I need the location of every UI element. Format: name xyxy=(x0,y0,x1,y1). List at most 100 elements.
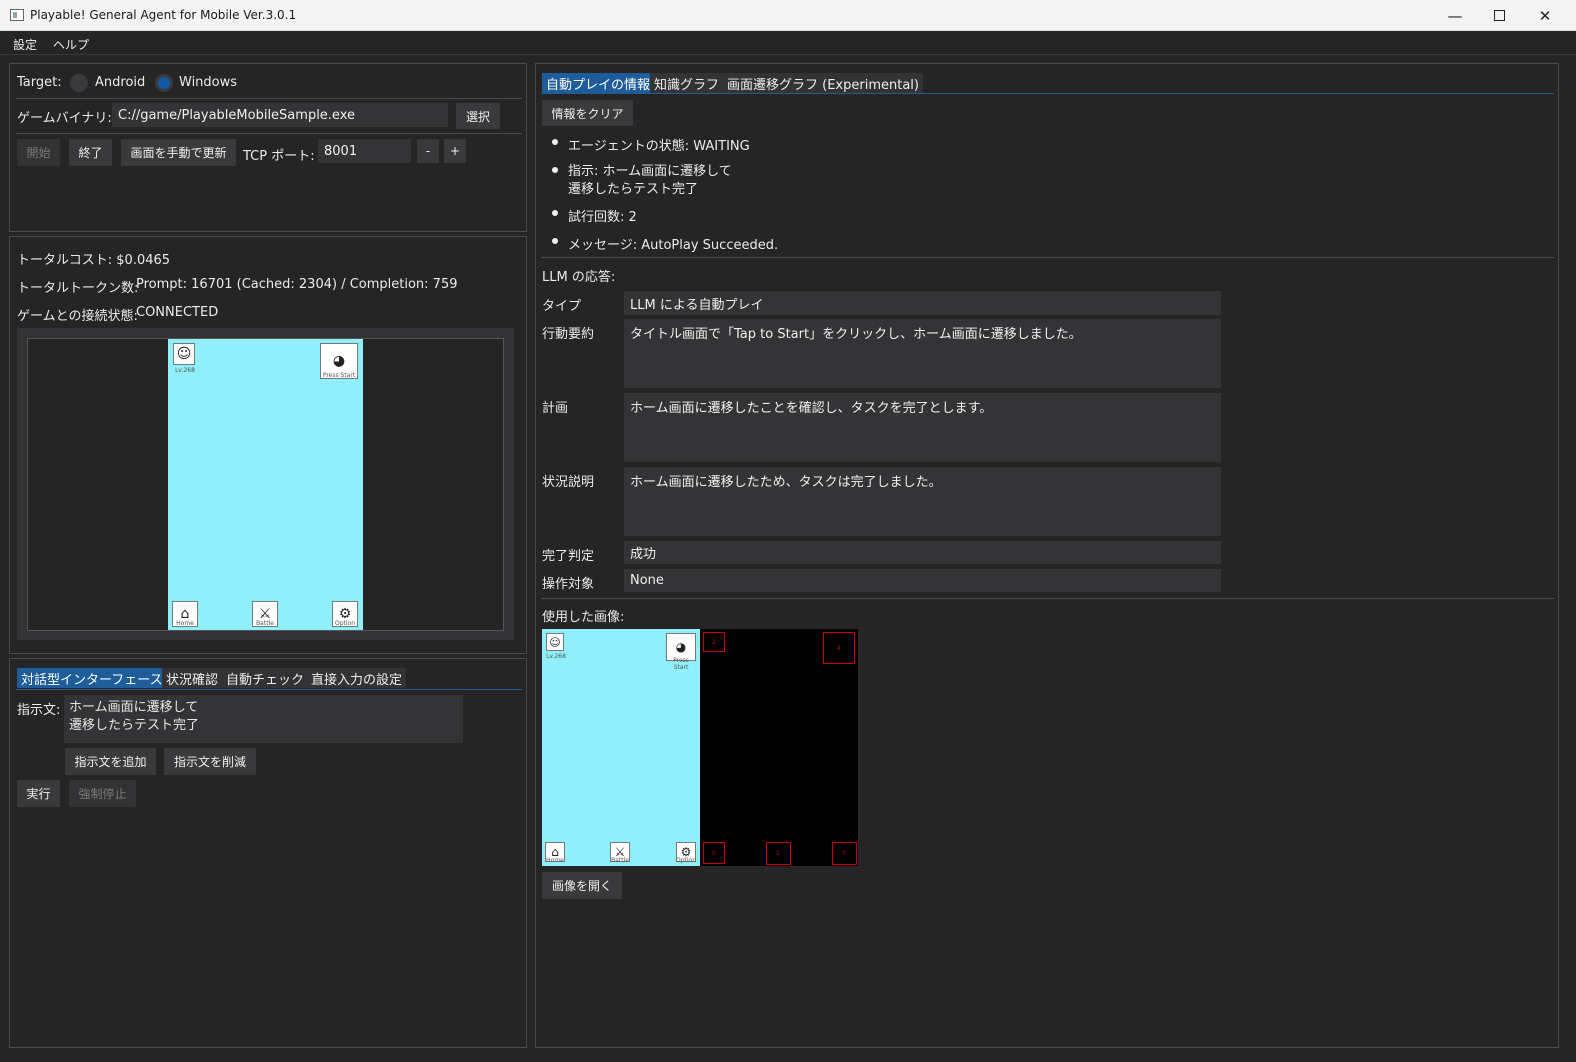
llm-summary-value: タイトル画面で「Tap to Start」をクリックし、ホーム画面に遷移しました… xyxy=(624,319,1221,388)
binary-label: ゲームバイナリ: xyxy=(17,111,112,126)
binary-path-input[interactable]: C://game/PlayableMobileSample.exe xyxy=(112,103,448,127)
tab-underline xyxy=(16,689,522,690)
llm-completion-label: 完了判定 xyxy=(542,549,595,564)
window-title: Playable! General Agent for Mobile Ver.3… xyxy=(30,8,297,22)
annotation-label: 1 xyxy=(776,850,780,857)
minimize-icon: — xyxy=(1447,6,1463,25)
used-image-annotation-map: 2 4 0 1 3 xyxy=(700,629,858,866)
total-tokens-key: トータルトークン数: xyxy=(17,281,139,296)
add-instruction-button[interactable]: 指示文を追加 xyxy=(65,748,156,775)
llm-response-heading: LLM の応答: xyxy=(542,270,616,285)
tab-underline xyxy=(541,93,1554,94)
bear-icon[interactable]: ☺ xyxy=(173,343,195,365)
attempt-count-text: 試行回数: 2 xyxy=(568,210,637,225)
bullet-dot xyxy=(552,139,558,145)
annotation-label: 4 xyxy=(837,645,841,652)
press-start-caption: Press Start xyxy=(673,657,689,671)
tab-status-check[interactable]: 状況確認 xyxy=(162,668,223,688)
total-tokens-value: Prompt: 16701 (Cached: 2304) / Completio… xyxy=(136,277,458,292)
llm-plan-value: ホーム画面に遷移したことを確認し、タスクを完了とします。 xyxy=(624,393,1221,462)
end-button[interactable]: 終了 xyxy=(69,139,112,166)
battle-caption: Battle xyxy=(256,620,274,627)
open-image-button[interactable]: 画像を開く xyxy=(542,872,622,899)
select-binary-button[interactable]: 選択 xyxy=(456,103,500,129)
press-start-caption: Press Start xyxy=(322,372,356,379)
close-button[interactable]: ✕ xyxy=(1522,0,1568,31)
bullet-dot xyxy=(552,167,558,173)
instruction-input[interactable]: ホーム画面に遷移して 遷移したらテスト完了 xyxy=(64,695,463,743)
radio-windows-label: Windows xyxy=(179,75,238,90)
annotation-label: 2 xyxy=(712,639,716,646)
refresh-screen-button[interactable]: 画面を手動で更新 xyxy=(121,139,236,166)
annotation-label: 0 xyxy=(712,850,716,857)
instruction-info-text: 指示: ホーム画面に遷移して 遷移したらテスト完了 xyxy=(568,164,732,197)
game-screen[interactable]: ☺ Lv.268 ◕ Press Start ⌂ Home ⚔ Battle ⚙… xyxy=(168,339,363,630)
tab-transition-graph[interactable]: 画面遷移グラフ (Experimental) xyxy=(723,73,923,93)
message-text: メッセージ: AutoPlay Succeeded. xyxy=(568,238,779,253)
title-bar: Playable! General Agent for Mobile Ver.3… xyxy=(0,0,1576,31)
tab-direct-input[interactable]: 直接入力の設定 xyxy=(307,668,407,688)
divider xyxy=(16,133,522,134)
port-increment-button[interactable]: + xyxy=(444,139,466,163)
menu-help[interactable]: ヘルプ xyxy=(53,36,89,53)
force-stop-button[interactable]: 強制停止 xyxy=(69,780,136,807)
target-label: Target: xyxy=(17,75,62,90)
annotation-label: 3 xyxy=(842,850,846,857)
clear-info-button[interactable]: 情報をクリア xyxy=(542,100,633,126)
remove-instruction-button[interactable]: 指示文を削減 xyxy=(164,748,256,775)
option-caption: Option xyxy=(334,620,356,627)
tab-knowledge-graph[interactable]: 知識グラフ xyxy=(650,73,724,93)
annotation-box: 0 xyxy=(703,842,725,864)
battle-caption: Battle xyxy=(611,857,629,864)
tab-auto-check[interactable]: 自動チェック xyxy=(222,668,309,688)
llm-situation-value: ホーム画面に遷移したため、タスクは完了しました。 xyxy=(624,467,1221,536)
llm-target-value: None xyxy=(624,569,1221,592)
llm-target-label: 操作対象 xyxy=(542,577,595,592)
annotation-box: 1 xyxy=(766,842,791,865)
llm-situation-label: 状況説明 xyxy=(542,475,595,490)
used-image-screenshot: ☺ Lv.268 ◕ Press Start ⌂ Home ⚔ Battle ⚙… xyxy=(542,629,700,866)
total-cost-key: トータルコスト: xyxy=(17,253,113,268)
divider xyxy=(16,98,522,99)
level-caption: Lv.268 xyxy=(175,367,195,374)
radio-android-label: Android xyxy=(95,75,146,90)
start-button[interactable]: 開始 xyxy=(17,139,60,166)
tab-autoplay-info[interactable]: 自動プレイの情報 xyxy=(542,73,655,93)
connection-key: ゲームとの接続状態: xyxy=(17,309,138,324)
llm-completion-value: 成功 xyxy=(624,541,1221,564)
bear-icon: ☺ xyxy=(546,633,564,651)
level-caption: Lv.268 xyxy=(546,653,566,660)
llm-summary-label: 行動要約 xyxy=(542,327,595,342)
port-decrement-button[interactable]: - xyxy=(417,139,439,163)
minimize-button[interactable]: — xyxy=(1432,0,1478,31)
close-icon: ✕ xyxy=(1538,6,1552,25)
instruction-line: ホーム画面に遷移して xyxy=(69,700,199,715)
tab-interactive[interactable]: 対話型インターフェース xyxy=(17,668,167,688)
annotation-box: 3 xyxy=(832,842,857,865)
llm-type-value: LLM による自動プレイ xyxy=(624,291,1221,315)
home-caption: Home xyxy=(546,857,564,864)
divider xyxy=(541,257,1554,258)
radio-android[interactable] xyxy=(70,74,88,92)
menu-settings[interactable]: 設定 xyxy=(13,36,37,53)
option-caption: Option xyxy=(675,857,697,864)
used-image-heading: 使用した画像: xyxy=(542,610,625,625)
divider xyxy=(541,598,1554,599)
annotation-box: 2 xyxy=(703,632,725,652)
instruction-label: 指示文: xyxy=(17,703,61,718)
bullet-dot xyxy=(552,210,558,216)
instruction-line: 遷移したらテスト完了 xyxy=(69,718,200,733)
radio-windows[interactable] xyxy=(155,74,173,92)
total-cost-label: トータルコスト: $0.0465 xyxy=(17,249,170,268)
bullet-dot xyxy=(552,238,558,244)
llm-plan-label: 計画 xyxy=(542,401,569,416)
tcp-port-input[interactable]: 8001 xyxy=(318,139,411,163)
run-button[interactable]: 実行 xyxy=(17,780,60,807)
maximize-icon xyxy=(1493,10,1505,21)
app-icon xyxy=(10,9,24,21)
maximize-button[interactable] xyxy=(1476,0,1522,31)
tcp-port-label: TCP ポート: xyxy=(243,149,315,164)
menu-bar: 設定 ヘルプ xyxy=(0,31,1576,55)
agent-state-text: エージェントの状態: WAITING xyxy=(568,139,750,154)
home-caption: Home xyxy=(176,620,194,627)
